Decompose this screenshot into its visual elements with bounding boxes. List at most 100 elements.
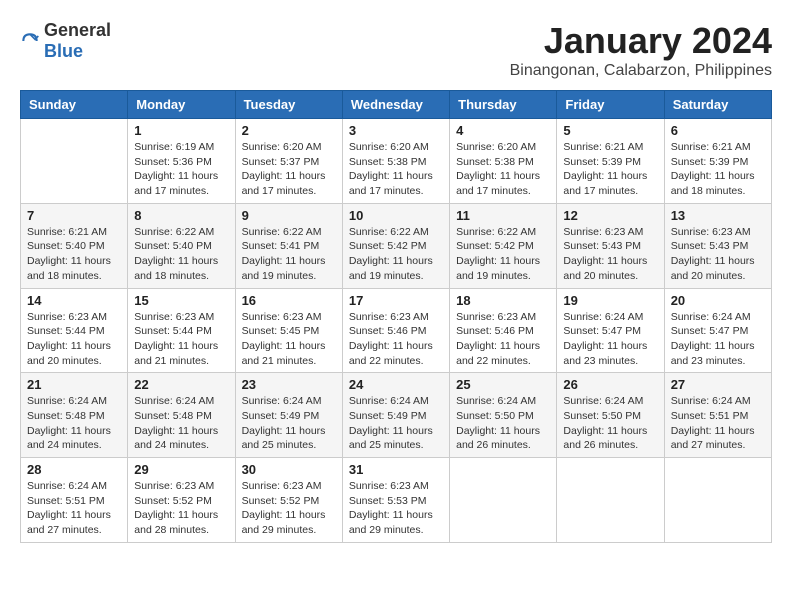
month-title: January 2024: [510, 20, 772, 62]
day-number: 9: [242, 208, 336, 223]
day-info: Sunrise: 6:22 AMSunset: 5:40 PMDaylight:…: [134, 225, 228, 284]
day-number: 29: [134, 462, 228, 477]
calendar-cell: 24 Sunrise: 6:24 AMSunset: 5:49 PMDayligh…: [342, 373, 449, 458]
calendar-cell: 31 Sunrise: 6:23 AMSunset: 5:53 PMDayligh…: [342, 458, 449, 543]
calendar-cell: 8 Sunrise: 6:22 AMSunset: 5:40 PMDaylight…: [128, 203, 235, 288]
calendar-cell: 27 Sunrise: 6:24 AMSunset: 5:51 PMDayligh…: [664, 373, 771, 458]
calendar-week-2: 7 Sunrise: 6:21 AMSunset: 5:40 PMDaylight…: [21, 203, 772, 288]
calendar-cell: [664, 458, 771, 543]
day-number: 6: [671, 123, 765, 138]
day-number: 17: [349, 293, 443, 308]
calendar-cell: [450, 458, 557, 543]
calendar-cell: 29 Sunrise: 6:23 AMSunset: 5:52 PMDayligh…: [128, 458, 235, 543]
day-info: Sunrise: 6:23 AMSunset: 5:45 PMDaylight:…: [242, 310, 336, 369]
day-number: 19: [563, 293, 657, 308]
day-number: 18: [456, 293, 550, 308]
day-info: Sunrise: 6:22 AMSunset: 5:42 PMDaylight:…: [456, 225, 550, 284]
logo-blue: Blue: [44, 41, 83, 61]
day-info: Sunrise: 6:24 AMSunset: 5:51 PMDaylight:…: [671, 394, 765, 453]
logo-icon: [20, 31, 40, 51]
calendar-week-5: 28 Sunrise: 6:24 AMSunset: 5:51 PMDayligh…: [21, 458, 772, 543]
calendar-cell: 6 Sunrise: 6:21 AMSunset: 5:39 PMDaylight…: [664, 119, 771, 204]
calendar-cell: 21 Sunrise: 6:24 AMSunset: 5:48 PMDayligh…: [21, 373, 128, 458]
day-info: Sunrise: 6:24 AMSunset: 5:48 PMDaylight:…: [27, 394, 121, 453]
calendar-cell: 30Sunrise: 6:23 AMSunset: 5:52 PMDayligh…: [235, 458, 342, 543]
day-number: 11: [456, 208, 550, 223]
day-number: 24: [349, 377, 443, 392]
day-info: Sunrise: 6:23 AMSunset: 5:44 PMDaylight:…: [134, 310, 228, 369]
day-number: 26: [563, 377, 657, 392]
day-info: Sunrise: 6:22 AMSunset: 5:42 PMDaylight:…: [349, 225, 443, 284]
day-number: 22: [134, 377, 228, 392]
weekday-header-saturday: Saturday: [664, 91, 771, 119]
day-info: Sunrise: 6:24 AMSunset: 5:50 PMDaylight:…: [456, 394, 550, 453]
calendar-cell: 25 Sunrise: 6:24 AMSunset: 5:50 PMDayligh…: [450, 373, 557, 458]
calendar-cell: 13Sunrise: 6:23 AMSunset: 5:43 PMDayligh…: [664, 203, 771, 288]
day-number: 14: [27, 293, 121, 308]
calendar-cell: 26Sunrise: 6:24 AMSunset: 5:50 PMDayligh…: [557, 373, 664, 458]
day-info: Sunrise: 6:24 AMSunset: 5:51 PMDaylight:…: [27, 479, 121, 538]
day-number: 7: [27, 208, 121, 223]
day-info: Sunrise: 6:23 AMSunset: 5:53 PMDaylight:…: [349, 479, 443, 538]
day-info: Sunrise: 6:21 AMSunset: 5:40 PMDaylight:…: [27, 225, 121, 284]
day-info: Sunrise: 6:23 AMSunset: 5:43 PMDaylight:…: [563, 225, 657, 284]
day-number: 16: [242, 293, 336, 308]
day-number: 28: [27, 462, 121, 477]
day-info: Sunrise: 6:23 AMSunset: 5:46 PMDaylight:…: [349, 310, 443, 369]
calendar-cell: 7 Sunrise: 6:21 AMSunset: 5:40 PMDaylight…: [21, 203, 128, 288]
day-number: 5: [563, 123, 657, 138]
day-info: Sunrise: 6:21 AMSunset: 5:39 PMDaylight:…: [671, 140, 765, 199]
calendar-cell: 19Sunrise: 6:24 AMSunset: 5:47 PMDayligh…: [557, 288, 664, 373]
day-info: Sunrise: 6:23 AMSunset: 5:52 PMDaylight:…: [242, 479, 336, 538]
calendar-cell: 3Sunrise: 6:20 AMSunset: 5:38 PMDaylight…: [342, 119, 449, 204]
day-number: 27: [671, 377, 765, 392]
day-number: 25: [456, 377, 550, 392]
weekday-header-tuesday: Tuesday: [235, 91, 342, 119]
day-number: 3: [349, 123, 443, 138]
day-number: 1: [134, 123, 228, 138]
calendar-cell: 16 Sunrise: 6:23 AMSunset: 5:45 PMDayligh…: [235, 288, 342, 373]
weekday-header-sunday: Sunday: [21, 91, 128, 119]
calendar-week-3: 14 Sunrise: 6:23 AMSunset: 5:44 PMDayligh…: [21, 288, 772, 373]
weekday-header-wednesday: Wednesday: [342, 91, 449, 119]
day-number: 8: [134, 208, 228, 223]
calendar-cell: 18Sunrise: 6:23 AMSunset: 5:46 PMDayligh…: [450, 288, 557, 373]
day-number: 31: [349, 462, 443, 477]
calendar-cell: 11 Sunrise: 6:22 AMSunset: 5:42 PMDayligh…: [450, 203, 557, 288]
calendar-cell: [557, 458, 664, 543]
day-info: Sunrise: 6:20 AMSunset: 5:38 PMDaylight:…: [456, 140, 550, 199]
calendar-body: 1Sunrise: 6:19 AMSunset: 5:36 PMDaylight…: [21, 119, 772, 543]
day-info: Sunrise: 6:23 AMSunset: 5:43 PMDaylight:…: [671, 225, 765, 284]
calendar-header: SundayMondayTuesdayWednesdayThursdayFrid…: [21, 91, 772, 119]
day-number: 12: [563, 208, 657, 223]
calendar-cell: 12 Sunrise: 6:23 AMSunset: 5:43 PMDayligh…: [557, 203, 664, 288]
calendar-week-4: 21 Sunrise: 6:24 AMSunset: 5:48 PMDayligh…: [21, 373, 772, 458]
day-number: 15: [134, 293, 228, 308]
day-info: Sunrise: 6:23 AMSunset: 5:44 PMDaylight:…: [27, 310, 121, 369]
page-header: General Blue January 2024 Binangonan, Ca…: [20, 20, 772, 80]
calendar-cell: 10 Sunrise: 6:22 AMSunset: 5:42 PMDayligh…: [342, 203, 449, 288]
day-info: Sunrise: 6:24 AMSunset: 5:49 PMDaylight:…: [242, 394, 336, 453]
day-info: Sunrise: 6:24 AMSunset: 5:48 PMDaylight:…: [134, 394, 228, 453]
day-number: 21: [27, 377, 121, 392]
weekday-header-friday: Friday: [557, 91, 664, 119]
day-number: 10: [349, 208, 443, 223]
logo-text: General Blue: [44, 20, 111, 62]
calendar-cell: 22 Sunrise: 6:24 AMSunset: 5:48 PMDayligh…: [128, 373, 235, 458]
calendar-cell: 23Sunrise: 6:24 AMSunset: 5:49 PMDayligh…: [235, 373, 342, 458]
calendar-cell: 1Sunrise: 6:19 AMSunset: 5:36 PMDaylight…: [128, 119, 235, 204]
calendar-cell: 4 Sunrise: 6:20 AMSunset: 5:38 PMDaylight…: [450, 119, 557, 204]
day-number: 4: [456, 123, 550, 138]
weekday-header-monday: Monday: [128, 91, 235, 119]
location-title: Binangonan, Calabarzon, Philippines: [510, 62, 772, 80]
day-number: 2: [242, 123, 336, 138]
weekday-header-row: SundayMondayTuesdayWednesdayThursdayFrid…: [21, 91, 772, 119]
day-info: Sunrise: 6:23 AMSunset: 5:52 PMDaylight:…: [134, 479, 228, 538]
day-info: Sunrise: 6:20 AMSunset: 5:37 PMDaylight:…: [242, 140, 336, 199]
logo-general: General: [44, 20, 111, 40]
calendar-week-1: 1Sunrise: 6:19 AMSunset: 5:36 PMDaylight…: [21, 119, 772, 204]
day-info: Sunrise: 6:24 AMSunset: 5:47 PMDaylight:…: [671, 310, 765, 369]
day-info: Sunrise: 6:21 AMSunset: 5:39 PMDaylight:…: [563, 140, 657, 199]
day-info: Sunrise: 6:24 AMSunset: 5:49 PMDaylight:…: [349, 394, 443, 453]
weekday-header-thursday: Thursday: [450, 91, 557, 119]
